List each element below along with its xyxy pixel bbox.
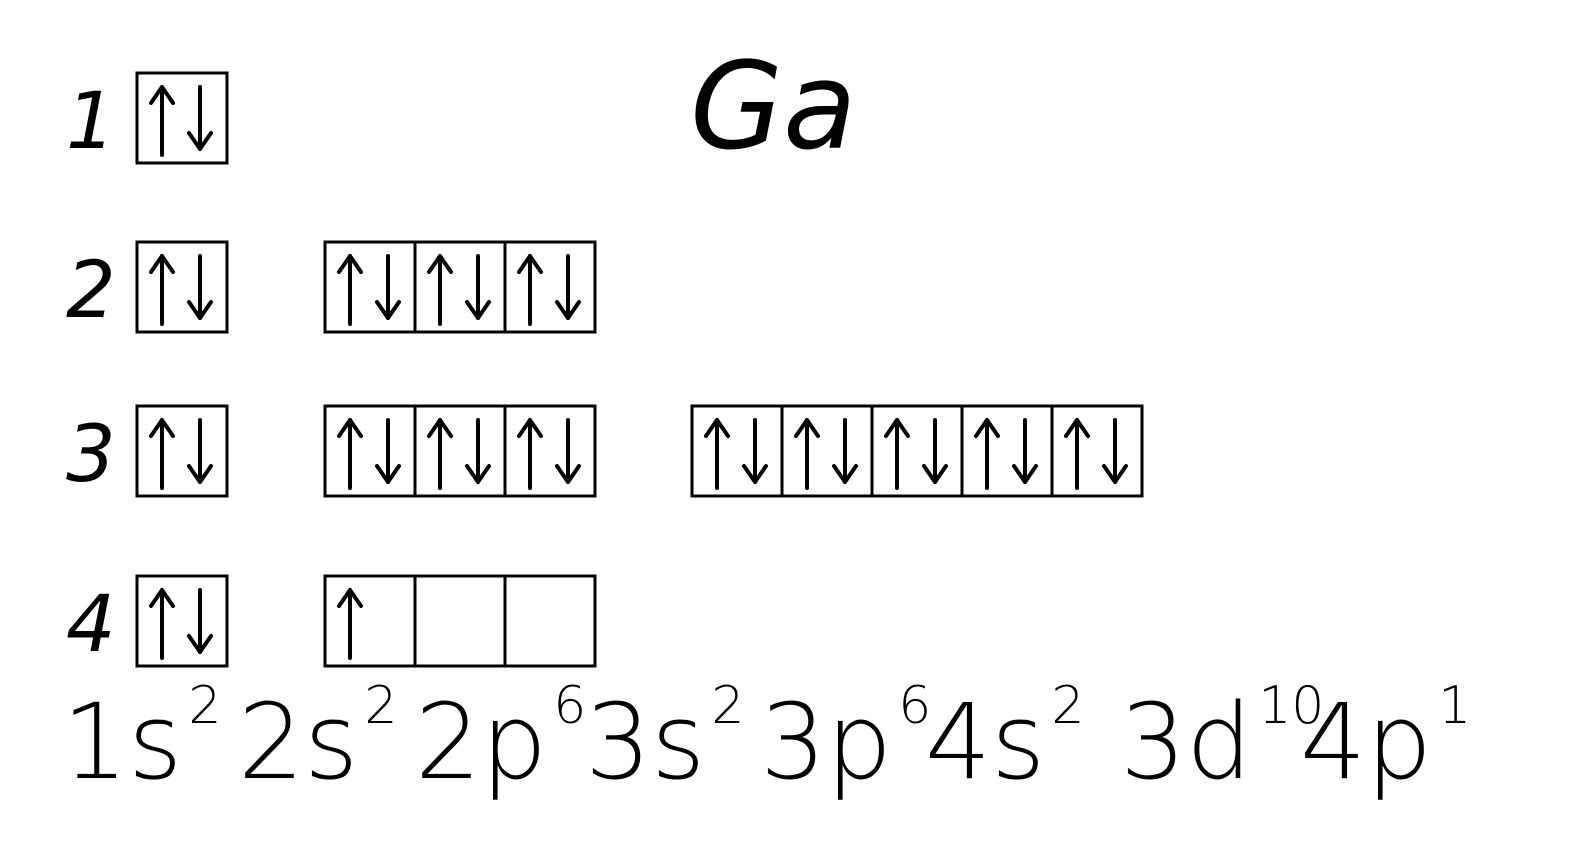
- term-orbital: 4p: [1300, 681, 1433, 803]
- term-orbital: 3p: [760, 681, 893, 803]
- orbital-box: [413, 240, 507, 334]
- config-term: 2p 6: [415, 680, 586, 794]
- config-term: 1s 2: [62, 680, 221, 794]
- term-electron-count: 6: [553, 676, 587, 736]
- term-electron-count: 2: [711, 676, 745, 736]
- config-term: 3s 2: [585, 680, 744, 794]
- shell-label: 4: [66, 580, 116, 670]
- orbital-box: [135, 71, 229, 165]
- orbital-box: [135, 240, 229, 334]
- term-electron-count: 2: [364, 676, 398, 736]
- orbital-box: [960, 404, 1054, 498]
- term-orbital: 2s: [238, 681, 359, 803]
- term-orbital: 3s: [585, 681, 706, 803]
- orbital-box: [780, 404, 874, 498]
- orbital-box: [135, 574, 229, 668]
- term-electron-count: 2: [188, 676, 222, 736]
- config-term: 3p 6: [760, 680, 931, 794]
- shell-label: 3: [66, 410, 116, 500]
- config-term: 4s 2: [925, 680, 1084, 794]
- orbital-box: [503, 404, 597, 498]
- orbital-box: [413, 574, 507, 668]
- orbital-box: [690, 404, 784, 498]
- config-term: 2s 2: [238, 680, 397, 794]
- term-electron-count: 2: [1051, 676, 1085, 736]
- orbital-box: [503, 240, 597, 334]
- shell-label: 2: [66, 246, 116, 336]
- config-term: 4p 1: [1300, 680, 1471, 794]
- term-orbital: 4s: [925, 681, 1046, 803]
- orbital-box: [1050, 404, 1144, 498]
- term-orbital: 2p: [415, 681, 548, 803]
- term-orbital: 3d: [1120, 681, 1253, 803]
- term-electron-count: 1: [1438, 676, 1472, 736]
- shell-label: 1: [66, 77, 116, 167]
- orbital-box: [503, 574, 597, 668]
- orbital-box: [323, 574, 417, 668]
- orbital-box: [323, 404, 417, 498]
- orbital-box: [135, 404, 229, 498]
- orbital-box: [413, 404, 507, 498]
- term-orbital: 1s: [62, 681, 183, 803]
- config-term: 3d 10: [1120, 680, 1324, 794]
- orbital-box: [870, 404, 964, 498]
- orbital-box: [323, 240, 417, 334]
